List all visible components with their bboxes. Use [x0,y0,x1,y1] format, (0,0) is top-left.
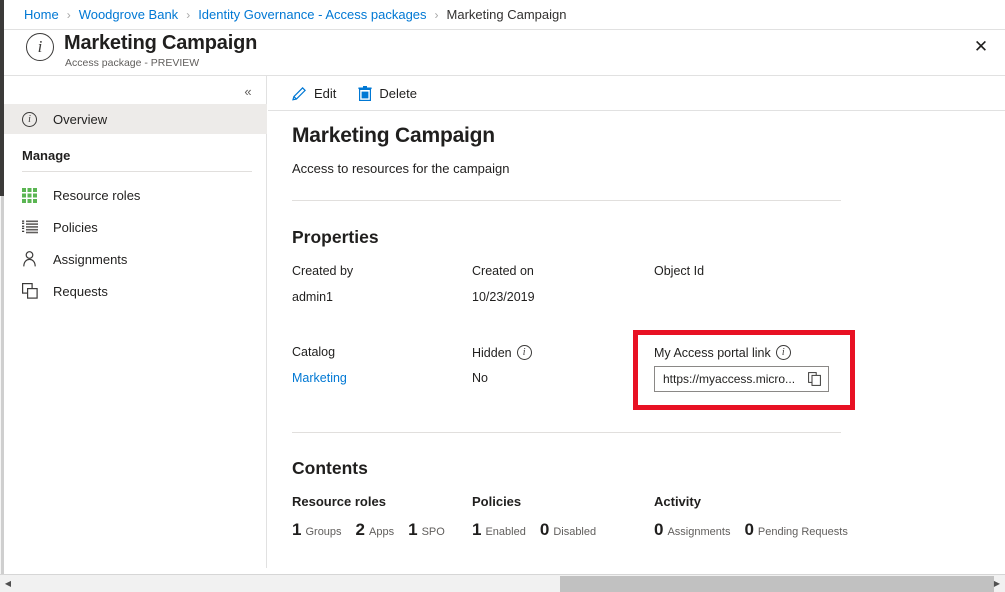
page-subtitle: Access package - PREVIEW [65,57,199,69]
command-bar: Edit Delete [268,76,1005,111]
sidebar-item-assignments[interactable]: Assignments [4,244,267,274]
vertical-scrollbar-thumb[interactable] [0,0,4,196]
section-divider [292,200,841,201]
sidebar-item-requests[interactable]: Requests [4,276,267,306]
created-by-value: admin1 [292,290,333,304]
info-icon[interactable]: i [517,345,532,360]
list-icon [22,218,42,236]
edit-button[interactable]: Edit [292,86,336,101]
stat-count: 0 [744,520,753,540]
trash-icon [358,86,372,101]
activity-stat-heading: Activity [654,494,701,509]
stat-label: Apps [369,526,394,538]
content-title: Marketing Campaign [292,124,495,148]
sidebar-item-policies[interactable]: Policies [4,212,267,242]
created-on-value: 10/23/2019 [472,290,535,304]
content-description: Access to resources for the campaign [292,161,510,176]
vertical-scrollbar[interactable] [0,0,4,574]
policies-stat-heading: Policies [472,494,521,509]
stat-count: 2 [356,520,365,540]
breadcrumb-separator: › [186,8,190,22]
section-divider [292,432,841,433]
horizontal-scrollbar[interactable]: ◀ ▶ [0,574,1005,592]
hidden-label-text: Hidden [472,346,512,360]
sidebar-divider [22,171,252,172]
close-icon[interactable]: ✕ [967,33,995,61]
delete-button-label: Delete [379,86,417,101]
grid-icon [22,186,42,204]
object-id-label: Object Id [654,264,704,278]
breadcrumb: Home › Woodgrove Bank › Identity Governa… [0,0,1005,30]
sidebar-item-label: Requests [53,284,108,299]
stat-label: Enabled [485,526,525,538]
breadcrumb-item-home[interactable]: Home [24,7,59,22]
activity-stats: 0 Assignments 0 Pending Requests [654,520,862,540]
info-icon[interactable]: i [776,345,791,360]
breadcrumb-item-woodgrove-bank[interactable]: Woodgrove Bank [79,7,179,22]
sidebar: « i Overview Manage Resource roles [4,76,267,568]
vertical-scrollbar-track[interactable] [1,196,4,574]
catalog-value-link[interactable]: Marketing [292,371,347,385]
copy-icon[interactable] [804,369,824,389]
sidebar-section-manage: Manage [22,148,70,163]
portal-link-field[interactable]: https://myaccess.micro... [654,366,829,392]
horizontal-scrollbar-thumb[interactable] [560,576,994,592]
breadcrumb-separator: › [67,8,71,22]
breadcrumb-item-marketing-campaign: Marketing Campaign [447,7,567,22]
contents-heading: Contents [292,458,368,479]
portal-link-label-text: My Access portal link [654,346,771,360]
stat-label: Assignments [667,526,730,538]
main-content: Edit Delete Marketing Campaign Access to… [268,76,1005,568]
policies-stats: 1 Enabled 0 Disabled [472,520,610,540]
scroll-right-arrow-icon[interactable]: ▶ [990,575,1004,592]
created-on-label: Created on [472,264,534,278]
stat-label: SPO [422,526,445,538]
person-icon [22,250,42,268]
stat-label: Disabled [553,526,596,538]
delete-button[interactable]: Delete [358,86,417,101]
collapse-sidebar-icon[interactable]: « [236,80,260,102]
catalog-label: Catalog [292,345,335,359]
breadcrumb-separator: › [435,8,439,22]
copy-pages-icon [22,282,42,300]
sidebar-item-label: Assignments [53,252,127,267]
sidebar-item-label: Policies [53,220,98,235]
pencil-icon [292,86,307,101]
sidebar-item-label: Overview [53,112,107,127]
breadcrumb-item-identity-governance[interactable]: Identity Governance - Access packages [198,7,426,22]
stat-count: 1 [292,520,301,540]
stat-count: 1 [472,520,481,540]
hidden-label: Hidden i [472,345,532,360]
info-icon: i [22,110,42,128]
scroll-left-arrow-icon[interactable]: ◀ [1,575,15,592]
stat-label: Pending Requests [758,526,848,538]
stat-label: Groups [305,526,341,538]
resource-roles-stats: 1 Groups 2 Apps 1 SPO [292,520,459,540]
portal-link-value: https://myaccess.micro... [663,372,804,386]
stat-count: 0 [654,520,663,540]
edit-button-label: Edit [314,86,336,101]
sidebar-item-overview[interactable]: i Overview [4,104,267,134]
sidebar-item-label: Resource roles [53,188,140,203]
sidebar-item-resource-roles[interactable]: Resource roles [4,180,267,210]
hidden-value: No [472,371,488,385]
resource-roles-stat-heading: Resource roles [292,494,386,509]
page-title: Marketing Campaign [64,32,257,55]
stat-count: 0 [540,520,549,540]
portal-link-label: My Access portal link i [654,345,791,360]
created-by-label: Created by [292,264,353,278]
info-icon: i [26,33,54,61]
stat-count: 1 [408,520,417,540]
properties-heading: Properties [292,227,379,248]
